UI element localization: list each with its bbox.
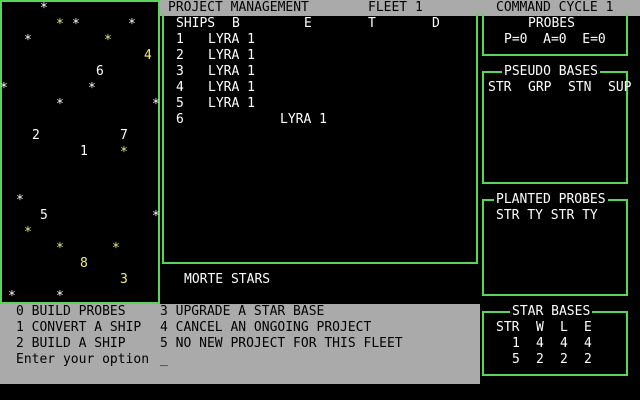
ships-column-header: SHIPS: [176, 16, 216, 31]
starbase-col-str: STR: [496, 320, 520, 335]
column-header-t: T: [368, 16, 376, 31]
star-marker[interactable]: *: [56, 98, 64, 111]
menu-option-2[interactable]: 2 BUILD A SHIP: [16, 336, 126, 352]
probes-title: PROBES: [526, 16, 577, 32]
star-marker[interactable]: *: [8, 290, 16, 303]
star-marker[interactable]: *: [56, 242, 64, 255]
star-marker[interactable]: *: [112, 242, 120, 255]
menu-option-0[interactable]: 0 BUILD PROBES: [16, 304, 126, 320]
starbase-col-l: L: [560, 320, 568, 335]
menu-option-5[interactable]: 5 NO NEW PROJECT FOR THIS FLEET: [160, 336, 403, 352]
input-cursor[interactable]: _: [160, 352, 168, 368]
starbase-col-w: W: [536, 320, 544, 335]
ship-number: 2: [176, 48, 184, 63]
star-system-label[interactable]: 2: [32, 129, 40, 143]
star-system-label[interactable]: 3: [120, 273, 128, 287]
menu-option-3[interactable]: 3 UPGRADE A STAR BASE: [160, 304, 324, 320]
menu-option-4[interactable]: 4 CANCEL AN ONGOING PROJECT: [160, 320, 371, 336]
star-system-label[interactable]: 6: [96, 65, 104, 79]
morte-stars-label: MORTE STARS: [184, 272, 271, 287]
starbase-l: 4: [560, 336, 568, 351]
pseudo-bases-title: PSEUDO BASES: [502, 64, 600, 80]
ship-number: 5: [176, 96, 184, 111]
pseudo-col-sup: SUP: [608, 80, 632, 95]
menu-option-1[interactable]: 1 CONVERT A SHIP: [16, 320, 141, 336]
star-marker[interactable]: *: [120, 146, 128, 159]
star-marker[interactable]: *: [16, 194, 24, 207]
planted-probes-title: PLANTED PROBES: [494, 192, 608, 208]
option-prompt: Enter your option: [16, 352, 150, 367]
ship-project: LYRA 1: [208, 80, 255, 95]
ship-number: 6: [176, 112, 184, 127]
ship-project: LYRA 1: [208, 96, 255, 111]
ship-project: LYRA 1: [280, 112, 327, 127]
star-system-label[interactable]: 1: [80, 145, 88, 159]
star-marker[interactable]: *: [104, 34, 112, 47]
starbase-w: 4: [536, 336, 544, 351]
ship-project: LYRA 1: [208, 64, 255, 79]
star-system-label[interactable]: 8: [80, 257, 88, 271]
star-marker[interactable]: *: [56, 18, 64, 31]
star-system-label[interactable]: 7: [120, 129, 128, 143]
planted-probes-columns: STR TY STR TY: [496, 208, 598, 223]
star-bases-title: STAR BASES: [510, 304, 593, 320]
starbase-l: 2: [560, 352, 568, 367]
ship-number: 4: [176, 80, 184, 95]
column-header-b: B: [232, 16, 240, 31]
ship-number: 3: [176, 64, 184, 79]
star-marker[interactable]: *: [152, 98, 160, 111]
probes-values: P=0 A=0 E=0: [504, 32, 606, 47]
pseudo-col-str: STR: [488, 80, 512, 95]
star-marker[interactable]: *: [40, 2, 48, 15]
ship-project: LYRA 1: [208, 48, 255, 63]
starbase-e: 2: [584, 352, 592, 367]
star-marker[interactable]: *: [128, 18, 136, 31]
star-map[interactable]: * * * * * * * * * * * * * * * * * * 4 6 2 7 1 5 8 3: [0, 0, 160, 304]
starbase-star: 1: [512, 336, 520, 351]
star-marker[interactable]: *: [152, 210, 160, 223]
ship-project: LYRA 1: [208, 32, 255, 47]
star-system-label[interactable]: 4: [144, 49, 152, 63]
star-marker[interactable]: *: [72, 18, 80, 31]
star-marker[interactable]: *: [24, 34, 32, 47]
ship-number: 1: [176, 32, 184, 47]
star-system-label[interactable]: 5: [40, 209, 48, 223]
column-header-d: D: [432, 16, 440, 31]
starbase-col-e: E: [584, 320, 592, 335]
star-marker[interactable]: *: [24, 226, 32, 239]
starbase-w: 2: [536, 352, 544, 367]
star-marker[interactable]: *: [0, 82, 8, 95]
column-header-e: E: [304, 16, 312, 31]
star-marker[interactable]: *: [88, 82, 96, 95]
star-marker[interactable]: *: [56, 290, 64, 303]
pseudo-col-stn: STN: [568, 80, 592, 95]
starbase-star: 5: [512, 352, 520, 367]
starbase-e: 4: [584, 336, 592, 351]
pseudo-col-grp: GRP: [528, 80, 552, 95]
